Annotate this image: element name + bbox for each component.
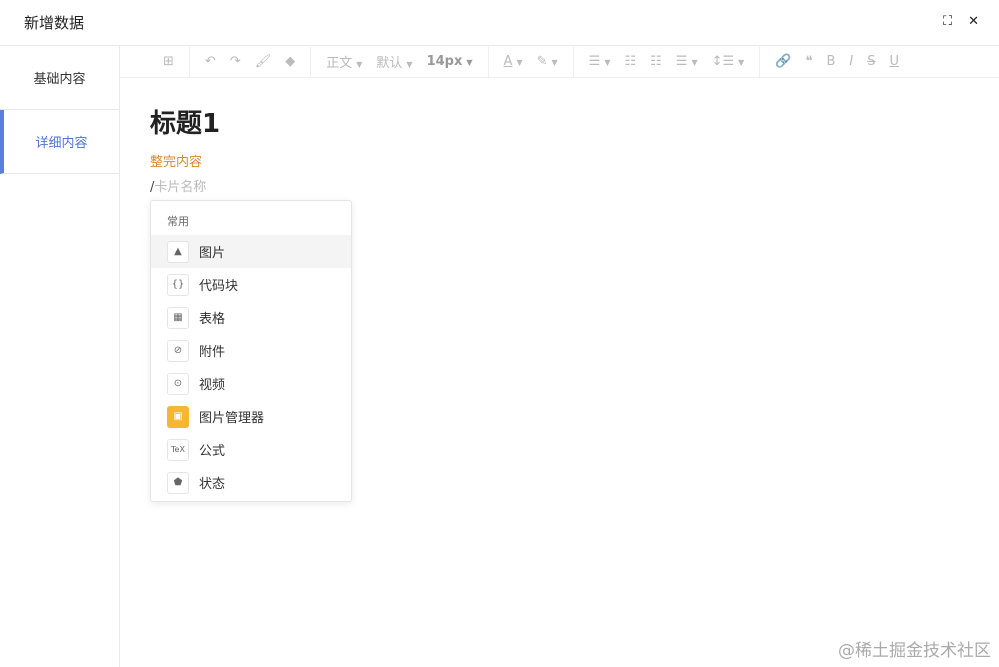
- eraser-icon[interactable]: ◆: [285, 54, 295, 69]
- menu-item-label: 表格: [199, 312, 226, 327]
- menu-item-label: 公式: [199, 444, 226, 459]
- paragraph-select[interactable]: 正文 ▼: [326, 52, 362, 71]
- font-color-icon[interactable]: A ▼: [504, 54, 523, 69]
- redo-icon[interactable]: ↷: [230, 54, 241, 69]
- underline-icon[interactable]: U: [890, 54, 900, 69]
- menu-section-title: 常用: [167, 215, 189, 228]
- heading: 标题1: [150, 109, 221, 139]
- status-icon: ⬟: [167, 471, 189, 494]
- ordered-list-icon[interactable]: ☷: [650, 54, 662, 69]
- line-height-icon[interactable]: ↕☰ ▼: [712, 54, 745, 69]
- menu-item-label: 附件: [199, 345, 226, 360]
- menu-item-status[interactable]: ⬟ 状态: [151, 466, 351, 499]
- video-icon: ⊙: [167, 372, 189, 395]
- undo-icon[interactable]: ↶: [205, 54, 216, 69]
- bullet-list-icon[interactable]: ☷: [624, 54, 636, 69]
- code-block-icon: {}: [167, 273, 189, 296]
- close-icon[interactable]: ✕: [968, 14, 979, 29]
- dialog-header: 新增数据 ⛶ ✕: [0, 0, 999, 46]
- menu-item-formula[interactable]: TeX 公式: [151, 433, 351, 466]
- editor-content[interactable]: 标题1 整完内容 /卡片名称: [150, 106, 220, 195]
- dialog-title: 新增数据: [24, 14, 85, 32]
- image-icon: ▲: [167, 240, 189, 263]
- menu-item-label: 状态: [199, 477, 226, 492]
- strikethrough-icon[interactable]: S: [867, 54, 875, 69]
- menu-item-code-block[interactable]: {} 代码块: [151, 268, 351, 301]
- menu-item-image[interactable]: ▲ 图片: [151, 235, 351, 268]
- font-select[interactable]: 默认 ▼: [376, 52, 412, 71]
- highlight-icon[interactable]: ✎ ▼: [537, 54, 558, 69]
- insert-card-icon[interactable]: ⊞: [163, 54, 174, 69]
- indent-icon[interactable]: ☰ ▼: [676, 54, 698, 69]
- size-value: 14px: [426, 54, 463, 69]
- formula-icon: TeX: [167, 438, 189, 461]
- font-value: 默认: [376, 56, 403, 71]
- menu-item-label: 代码块: [199, 279, 239, 294]
- tab-detail[interactable]: 详细内容: [0, 110, 119, 174]
- highlight-text: 整完内容: [150, 155, 203, 170]
- quote-icon[interactable]: ❝: [805, 54, 812, 69]
- editor-toolbar: ⊞ ↶ ↷ 🖌 ◆ 正文 ▼ 默认 ▼ 14px ▼ A ▼ ✎ ▼ ☰ ▼ ☷ ☷ ☰ ▼ …: [120, 46, 999, 78]
- menu-item-label: 图片管理器: [199, 411, 265, 426]
- format-painter-icon[interactable]: 🖌: [255, 54, 272, 69]
- menu-item-label: 视频: [199, 378, 226, 393]
- menu-item-video[interactable]: ⊙ 视频: [151, 367, 351, 400]
- fullscreen-icon[interactable]: ⛶: [943, 14, 952, 29]
- italic-icon[interactable]: I: [849, 54, 853, 69]
- link-icon[interactable]: 🔗: [775, 54, 791, 69]
- table-icon: ▦: [167, 306, 189, 329]
- slash-command-input[interactable]: /卡片名称: [150, 176, 220, 195]
- sidebar: 基础内容 详细内容: [0, 46, 120, 667]
- image-manager-icon: ▣: [167, 405, 189, 428]
- menu-item-label: 图片: [199, 246, 226, 261]
- menu-item-attachment[interactable]: ⊘ 附件: [151, 334, 351, 367]
- menu-item-image-manager[interactable]: ▣ 图片管理器: [151, 400, 351, 433]
- card-menu: 常用 ▲ 图片 {} 代码块 ▦ 表格 ⊘ 附件 ⊙ 视频 ▣ 图片管理器 TeX 公式 ⬟ 状…: [150, 200, 352, 502]
- attachment-icon: ⊘: [167, 339, 189, 362]
- placeholder: 卡片名称: [154, 180, 207, 195]
- bold-icon[interactable]: B: [826, 54, 835, 69]
- size-select[interactable]: 14px ▼: [427, 54, 473, 69]
- tab-basic[interactable]: 基础内容: [0, 46, 119, 110]
- watermark: @稀土掘金技术社区: [838, 641, 991, 661]
- align-icon[interactable]: ☰ ▼: [589, 54, 611, 69]
- menu-item-table[interactable]: ▦ 表格: [151, 301, 351, 334]
- paragraph-value: 正文: [326, 56, 353, 71]
